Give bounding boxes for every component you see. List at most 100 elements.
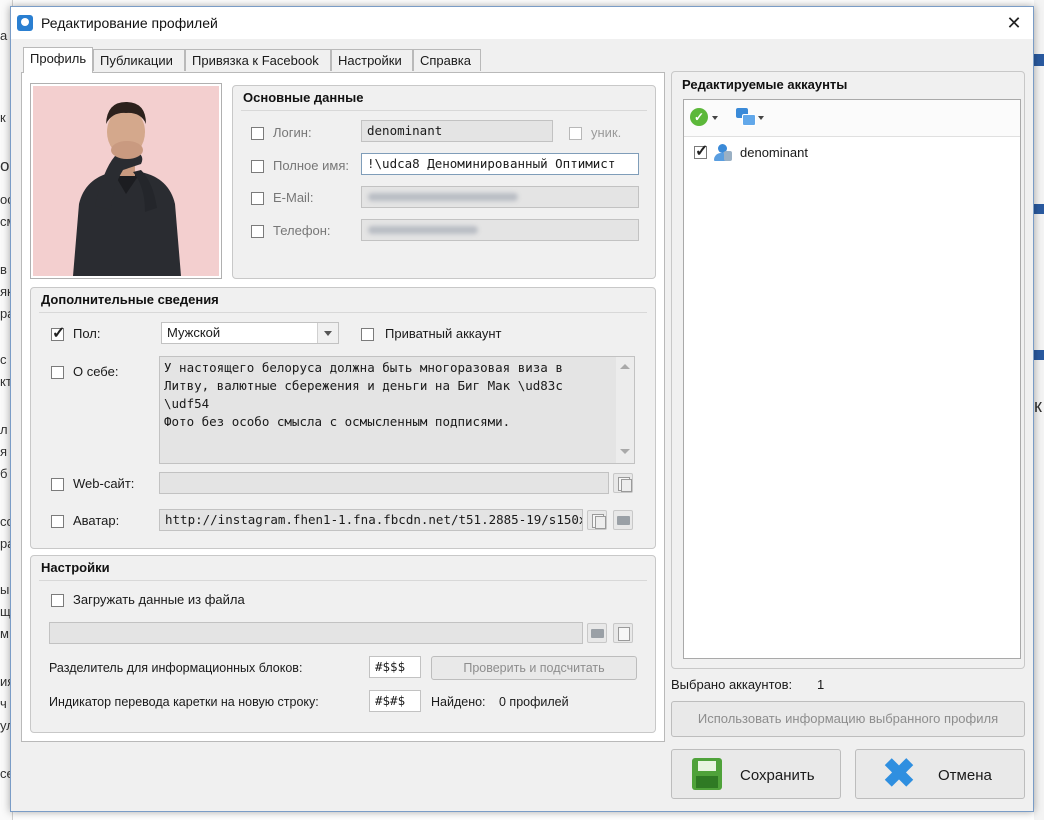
- email-checkbox[interactable]: [251, 192, 264, 205]
- private-account-checkbox[interactable]: [361, 328, 374, 341]
- account-checkbox[interactable]: [694, 141, 708, 161]
- folder-icon: [591, 629, 604, 638]
- fullname-checkbox[interactable]: [251, 160, 264, 173]
- background-text: а: [0, 28, 8, 43]
- bio-scrollbar[interactable]: [616, 357, 634, 463]
- blurred-phone: [368, 226, 478, 234]
- accounts-heading: Редактируемые аккаунты: [682, 77, 848, 92]
- email-input[interactable]: [361, 186, 639, 208]
- chevron-down-icon[interactable]: [317, 323, 338, 343]
- bio-line: Фото без особо смысла с осмысленным подп…: [164, 414, 511, 429]
- bio-line: У настоящего белоруса должна быть многор…: [164, 360, 563, 375]
- folder-icon: [617, 516, 630, 525]
- browse-avatar-button[interactable]: [613, 510, 633, 530]
- load-from-file-checkbox[interactable]: [51, 594, 64, 607]
- title-bar[interactable]: Редактирование профилей ✕: [11, 7, 1033, 39]
- browse-file-button[interactable]: [587, 623, 607, 643]
- app-icon: [17, 15, 33, 31]
- login-checkbox[interactable]: [251, 127, 264, 140]
- tab-settings[interactable]: Настройки: [331, 49, 413, 71]
- fullname-label: Полное имя:: [273, 158, 349, 173]
- separator-input[interactable]: #$$$: [369, 656, 421, 678]
- extra-info-group: Дополнительные сведения Пол: Мужской При…: [30, 287, 656, 549]
- phone-input[interactable]: [361, 219, 639, 241]
- website-label: Web-сайт:: [73, 476, 135, 491]
- background-text: к: [1034, 396, 1042, 416]
- extra-info-heading: Дополнительные сведения: [41, 292, 219, 307]
- gender-select[interactable]: Мужской: [161, 322, 339, 344]
- newline-indicator-input[interactable]: #$#$: [369, 690, 421, 712]
- private-account-label: Приватный аккаунт: [385, 326, 502, 341]
- profile-photo: [33, 86, 219, 276]
- check-and-count-button[interactable]: Проверить и подсчитать: [431, 656, 637, 680]
- login-label: Логин:: [273, 125, 312, 140]
- file-path-input[interactable]: [49, 622, 583, 644]
- account-name: denominant: [740, 145, 808, 160]
- phone-label: Телефон:: [273, 223, 331, 238]
- cancel-button[interactable]: ✖ Отмена: [855, 749, 1025, 799]
- profile-photo-frame: [30, 83, 222, 279]
- newline-indicator-label: Индикатор перевода каретки на новую стро…: [49, 695, 319, 709]
- background-text: м: [0, 626, 9, 641]
- website-checkbox[interactable]: [51, 478, 64, 491]
- unique-checkbox[interactable]: [569, 127, 582, 140]
- background-text: к: [0, 110, 6, 125]
- background-text: ч: [0, 696, 7, 711]
- background-text: в: [0, 262, 7, 277]
- selected-accounts-count: 1: [817, 677, 825, 692]
- website-input[interactable]: [159, 472, 609, 494]
- background-text: я: [0, 444, 8, 459]
- fullname-input[interactable]: !\udca8 Деноминирoванный Оптимист: [361, 153, 639, 175]
- scroll-up-icon[interactable]: [620, 364, 630, 369]
- profile-tab-page: Основные данные Логин: denominant уник. …: [21, 72, 665, 742]
- paste-avatar-button[interactable]: [587, 510, 607, 530]
- save-button[interactable]: Сохранить: [671, 749, 841, 799]
- check-all-icon[interactable]: ✓: [690, 108, 708, 126]
- bio-line: \udf54: [164, 396, 210, 411]
- tab-help[interactable]: Справка: [413, 49, 481, 71]
- background-text: б: [0, 466, 8, 481]
- email-label: E-Mail:: [273, 190, 314, 205]
- clear-file-button[interactable]: [613, 623, 633, 643]
- basic-data-heading: Основные данные: [243, 90, 364, 105]
- avatar-checkbox[interactable]: [51, 515, 64, 528]
- chevron-down-icon[interactable]: [712, 116, 718, 120]
- file-icon: [618, 627, 630, 641]
- gender-checkbox[interactable]: [51, 323, 65, 343]
- bio-label: О себе:: [73, 364, 119, 379]
- gender-value: Мужской: [167, 325, 221, 340]
- chevron-down-icon[interactable]: [758, 116, 764, 120]
- avatar-url-input[interactable]: http://instagram.fhen1-1.fna.fbcdn.net/t…: [159, 509, 583, 531]
- paste-website-button[interactable]: [613, 473, 633, 493]
- background-window-right: к: [1034, 0, 1044, 820]
- list-item[interactable]: denominant: [694, 141, 994, 164]
- gender-label: Пол:: [73, 326, 101, 341]
- cancel-label: Отмена: [938, 767, 992, 784]
- settings-heading: Настройки: [41, 560, 110, 575]
- accounts-list[interactable]: ✓ denominant: [683, 99, 1021, 659]
- separator-label: Разделитель для информационных блоков:: [49, 661, 303, 675]
- tab-facebook[interactable]: Привязка к Facebook: [185, 49, 331, 71]
- tab-publications[interactable]: Публикации: [93, 49, 185, 71]
- tab-profile[interactable]: Профиль: [23, 47, 93, 73]
- background-text: с: [0, 352, 7, 367]
- phone-checkbox[interactable]: [251, 225, 264, 238]
- save-label: Сохранить: [740, 767, 815, 784]
- avatar-label: Аватар:: [73, 513, 120, 528]
- accounts-menu-icon[interactable]: [736, 108, 756, 126]
- selected-accounts-label: Выбрано аккаунтов:: [671, 677, 793, 692]
- found-label: Найдено:: [431, 695, 486, 709]
- bio-textarea[interactable]: У настоящего белоруса должна быть многор…: [159, 356, 635, 464]
- blurred-email: [368, 193, 518, 201]
- user-icon: [714, 144, 732, 162]
- scroll-down-icon[interactable]: [620, 449, 630, 454]
- bio-checkbox[interactable]: [51, 366, 64, 379]
- use-selected-profile-button[interactable]: Использовать информацию выбранного профи…: [671, 701, 1025, 737]
- basic-data-group: Основные данные Логин: denominant уник. …: [232, 85, 656, 279]
- save-icon: [692, 758, 722, 790]
- login-input[interactable]: denominant: [361, 120, 553, 142]
- close-button[interactable]: ✕: [999, 11, 1029, 35]
- load-from-file-label: Загружать данные из файла: [73, 592, 245, 607]
- profile-editor-dialog: Редактирование профилей ✕ Профиль Публик…: [10, 6, 1034, 812]
- found-count: 0 профилей: [499, 695, 569, 709]
